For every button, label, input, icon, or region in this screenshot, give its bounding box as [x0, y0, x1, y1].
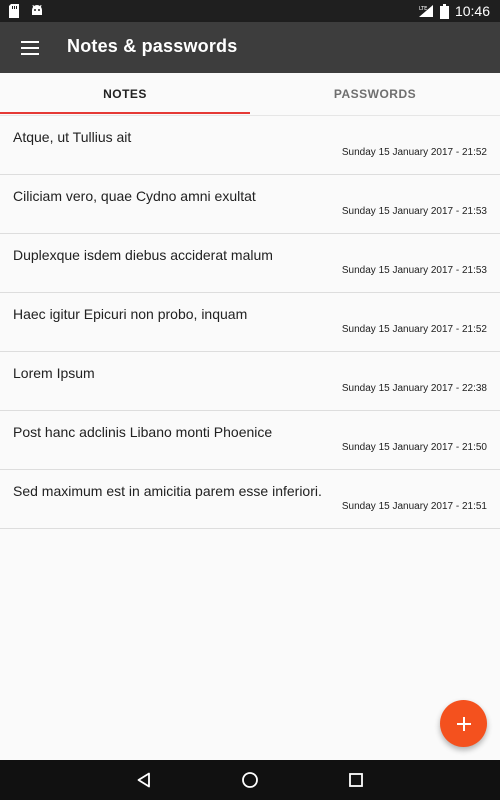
menu-button[interactable]: [12, 30, 48, 66]
note-date: Sunday 15 January 2017 - 21:53: [341, 206, 487, 217]
signal-icon: LTE: [418, 5, 433, 17]
home-icon: [242, 772, 258, 788]
recents-button[interactable]: [344, 768, 368, 792]
add-note-button[interactable]: [440, 700, 487, 747]
notes-list: Atque, ut Tullius ait Sunday 15 January …: [0, 116, 500, 529]
note-title: Lorem Ipsum: [13, 365, 95, 381]
list-item[interactable]: Ciliciam vero, quae Cydno amni exultat S…: [0, 175, 500, 234]
tab-bar: NOTES PASSWORDS: [0, 73, 500, 116]
note-date: Sunday 15 January 2017 - 21:53: [341, 265, 487, 276]
menu-icon: [21, 41, 39, 55]
tab-passwords[interactable]: PASSWORDS: [250, 73, 500, 115]
app-bar: Notes & passwords: [0, 22, 500, 73]
note-title: Ciliciam vero, quae Cydno amni exultat: [13, 188, 256, 204]
note-title: Post hanc adclinis Libano monti Phoenice: [13, 424, 273, 440]
battery-icon: [439, 3, 449, 19]
note-title: Atque, ut Tullius ait: [13, 129, 132, 145]
tab-notes[interactable]: NOTES: [0, 73, 250, 115]
note-title: Sed maximum est in amicitia parem esse i…: [13, 483, 322, 499]
svg-text:LTE: LTE: [419, 6, 427, 12]
list-item[interactable]: Post hanc adclinis Libano monti Phoenice…: [0, 411, 500, 470]
list-item[interactable]: Duplexque isdem diebus acciderat malum S…: [0, 234, 500, 293]
recents-icon: [349, 773, 363, 787]
list-item[interactable]: Lorem Ipsum Sunday 15 January 2017 - 22:…: [0, 352, 500, 411]
back-button[interactable]: [132, 768, 156, 792]
note-date: Sunday 15 January 2017 - 21:52: [341, 147, 487, 158]
note-date: Sunday 15 January 2017 - 21:50: [341, 442, 487, 453]
page-title: Notes & passwords: [67, 36, 238, 56]
android-icon: [32, 4, 42, 15]
navigation-bar: [0, 760, 500, 800]
note-title: Haec igitur Epicuri non probo, inquam: [13, 306, 248, 322]
plus-icon: [456, 716, 471, 731]
tab-indicator: [0, 112, 250, 114]
note-date: Sunday 15 January 2017 - 21:51: [341, 501, 487, 512]
note-title: Duplexque isdem diebus acciderat malum: [13, 247, 273, 263]
list-item[interactable]: Sed maximum est in amicitia parem esse i…: [0, 470, 500, 529]
back-icon: [137, 772, 150, 788]
sd-card-icon: [9, 4, 19, 18]
note-date: Sunday 15 January 2017 - 21:52: [341, 324, 487, 335]
home-button[interactable]: [238, 768, 262, 792]
status-right: LTE 10:46: [418, 0, 490, 22]
status-bar: LTE 10:46: [0, 0, 500, 22]
status-time: 10:46: [454, 3, 490, 19]
list-item[interactable]: Haec igitur Epicuri non probo, inquam Su…: [0, 293, 500, 352]
note-date: Sunday 15 January 2017 - 22:38: [341, 383, 487, 394]
status-left: [8, 4, 44, 18]
list-item[interactable]: Atque, ut Tullius ait Sunday 15 January …: [0, 116, 500, 175]
